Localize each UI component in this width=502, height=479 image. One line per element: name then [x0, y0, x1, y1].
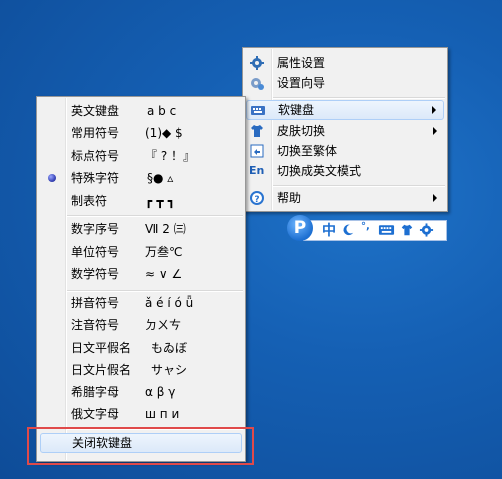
- selected-radio-icon: [48, 174, 56, 182]
- menu-separator: [67, 290, 243, 292]
- keyboard-item-punctuation[interactable]: 标点符号 『 ? ！』: [39, 146, 243, 166]
- keyboard-sample: ш п и: [145, 407, 180, 421]
- convert-icon: [250, 144, 264, 158]
- highlight-annotation-box: [27, 427, 254, 465]
- menu-separator: [67, 215, 243, 217]
- menu-item-traditional[interactable]: 切换至繁体: [245, 141, 445, 161]
- keyboard-sample: もゐぼ: [151, 341, 188, 355]
- menu-item-soft-keyboard[interactable]: 软键盘: [246, 100, 444, 120]
- keyboard-sample: ┏ ┳ ┓: [145, 194, 176, 208]
- chinese-mode-toggle[interactable]: 中: [322, 220, 336, 239]
- keyboard-item-english[interactable]: 英文键盘 a b c: [39, 101, 243, 121]
- menu-separator: [273, 185, 445, 187]
- keyboard-item-pinyin[interactable]: 拼音符号 ǎ é í ó ǖ: [39, 293, 243, 313]
- menu-item-label: 日文平假名: [71, 341, 132, 355]
- menu-item-label: 标点符号: [71, 149, 120, 163]
- punctuation-toggle[interactable]: °,: [361, 221, 370, 237]
- menu-item-label: 帮助: [277, 191, 302, 205]
- menu-item-label: 希腊字母: [71, 385, 120, 399]
- keyboard-item-number-ordinals[interactable]: 数字序号 Ⅶ 2 ㈢: [39, 219, 243, 239]
- help-icon: ?: [250, 191, 264, 205]
- menu-item-label: 切换至繁体: [277, 144, 338, 158]
- menu-item-label: 注音符号: [71, 318, 120, 332]
- gear-icon: [250, 56, 264, 70]
- menu-item-label: 数学符号: [71, 267, 120, 281]
- menu-item-label: 常用符号: [71, 126, 120, 140]
- keyboard-item-greek[interactable]: 希腊字母 α β γ: [39, 382, 243, 402]
- shirt-icon: [251, 125, 263, 137]
- settings-gear-icon[interactable]: [419, 222, 434, 238]
- menu-item-label: 属性设置: [277, 56, 326, 70]
- keyboard-item-box-drawing[interactable]: 制表符 ┏ ┳ ┓: [39, 191, 243, 211]
- menu-item-label: 制表符: [71, 194, 108, 208]
- submenu-arrow-icon: [433, 127, 437, 135]
- ime-context-menu: 属性设置 设置向导 软键盘 皮肤切换 切换至繁体 En 切换成英文模式 ? 帮助: [242, 47, 448, 212]
- menu-item-label: 单位符号: [71, 245, 120, 259]
- keyboard-item-hiragana[interactable]: 日文平假名 もゐぼ: [39, 338, 243, 358]
- keyboard-sample: Ⅶ 2 ㈢: [145, 222, 186, 236]
- keyboard-item-katakana[interactable]: 日文片假名 サャシ: [39, 360, 243, 380]
- menu-item-label: 特殊字符: [71, 171, 120, 185]
- ime-status-bar: P 中 °,: [285, 215, 447, 241]
- svg-text:?: ?: [254, 195, 259, 205]
- menu-item-label: 切换成英文模式: [277, 164, 362, 178]
- keyboard-sample: α β γ: [145, 385, 176, 399]
- menu-item-properties[interactable]: 属性设置: [245, 53, 445, 73]
- keyboard-sample: ㄉㄨㄘ: [145, 318, 182, 332]
- ime-logo-letter: P: [293, 218, 307, 238]
- keyboard-sample: 『 ? ！』: [145, 149, 195, 163]
- keyboard-sample: 万叁℃: [145, 245, 183, 259]
- keyboard-item-math-symbols[interactable]: 数学符号 ≈ ∨ ∠: [39, 264, 243, 284]
- keyboard-item-cyrillic[interactable]: 俄文字母 ш п и: [39, 404, 243, 424]
- keyboard-item-zhuyin[interactable]: 注音符号 ㄉㄨㄘ: [39, 315, 243, 335]
- menu-item-english-mode[interactable]: En 切换成英文模式: [245, 161, 445, 181]
- submenu-arrow-icon: [433, 194, 437, 202]
- menu-item-label: 英文键盘: [71, 104, 120, 118]
- menu-item-label: 拼音符号: [71, 296, 120, 310]
- keyboard-sample: a b c: [147, 104, 177, 118]
- menu-item-label: 皮肤切换: [277, 124, 326, 138]
- menu-item-help[interactable]: ? 帮助: [245, 188, 445, 208]
- moon-icon[interactable]: [341, 222, 355, 238]
- keyboard-icon: [251, 106, 265, 115]
- keyboard-item-common-symbols[interactable]: 常用符号 (1)◆ $: [39, 123, 243, 143]
- menu-item-label: 日文片假名: [71, 363, 132, 377]
- keyboard-icon[interactable]: [378, 222, 395, 238]
- wizard-gear-icon: [251, 78, 264, 90]
- soft-keyboard-submenu: 英文键盘 a b c 常用符号 (1)◆ $ 标点符号 『 ? ！』 特殊字符 …: [36, 96, 246, 462]
- keyboard-sample: ≈ ∨ ∠: [145, 267, 183, 281]
- menu-separator: [273, 97, 445, 99]
- submenu-arrow-icon: [432, 106, 436, 114]
- skin-shirt-icon[interactable]: [400, 222, 414, 238]
- menu-item-label: 软键盘: [278, 103, 315, 117]
- keyboard-item-unit-symbols[interactable]: 单位符号 万叁℃: [39, 242, 243, 262]
- ime-logo[interactable]: P: [287, 215, 313, 241]
- menu-item-label: 设置向导: [277, 76, 326, 90]
- en-icon: En: [249, 164, 265, 177]
- menu-item-skin-switch[interactable]: 皮肤切换: [245, 121, 445, 141]
- keyboard-sample: §● ▵: [147, 171, 174, 185]
- menu-item-label: 俄文字母: [71, 407, 120, 421]
- keyboard-sample: (1)◆ $: [145, 126, 183, 140]
- keyboard-sample: サャシ: [151, 363, 188, 377]
- menu-item-label: 数字序号: [71, 222, 120, 236]
- keyboard-sample: ǎ é í ó ǖ: [145, 296, 194, 310]
- keyboard-item-special-chars[interactable]: 特殊字符 §● ▵: [39, 168, 243, 188]
- menu-item-setup-wizard[interactable]: 设置向导: [245, 73, 445, 93]
